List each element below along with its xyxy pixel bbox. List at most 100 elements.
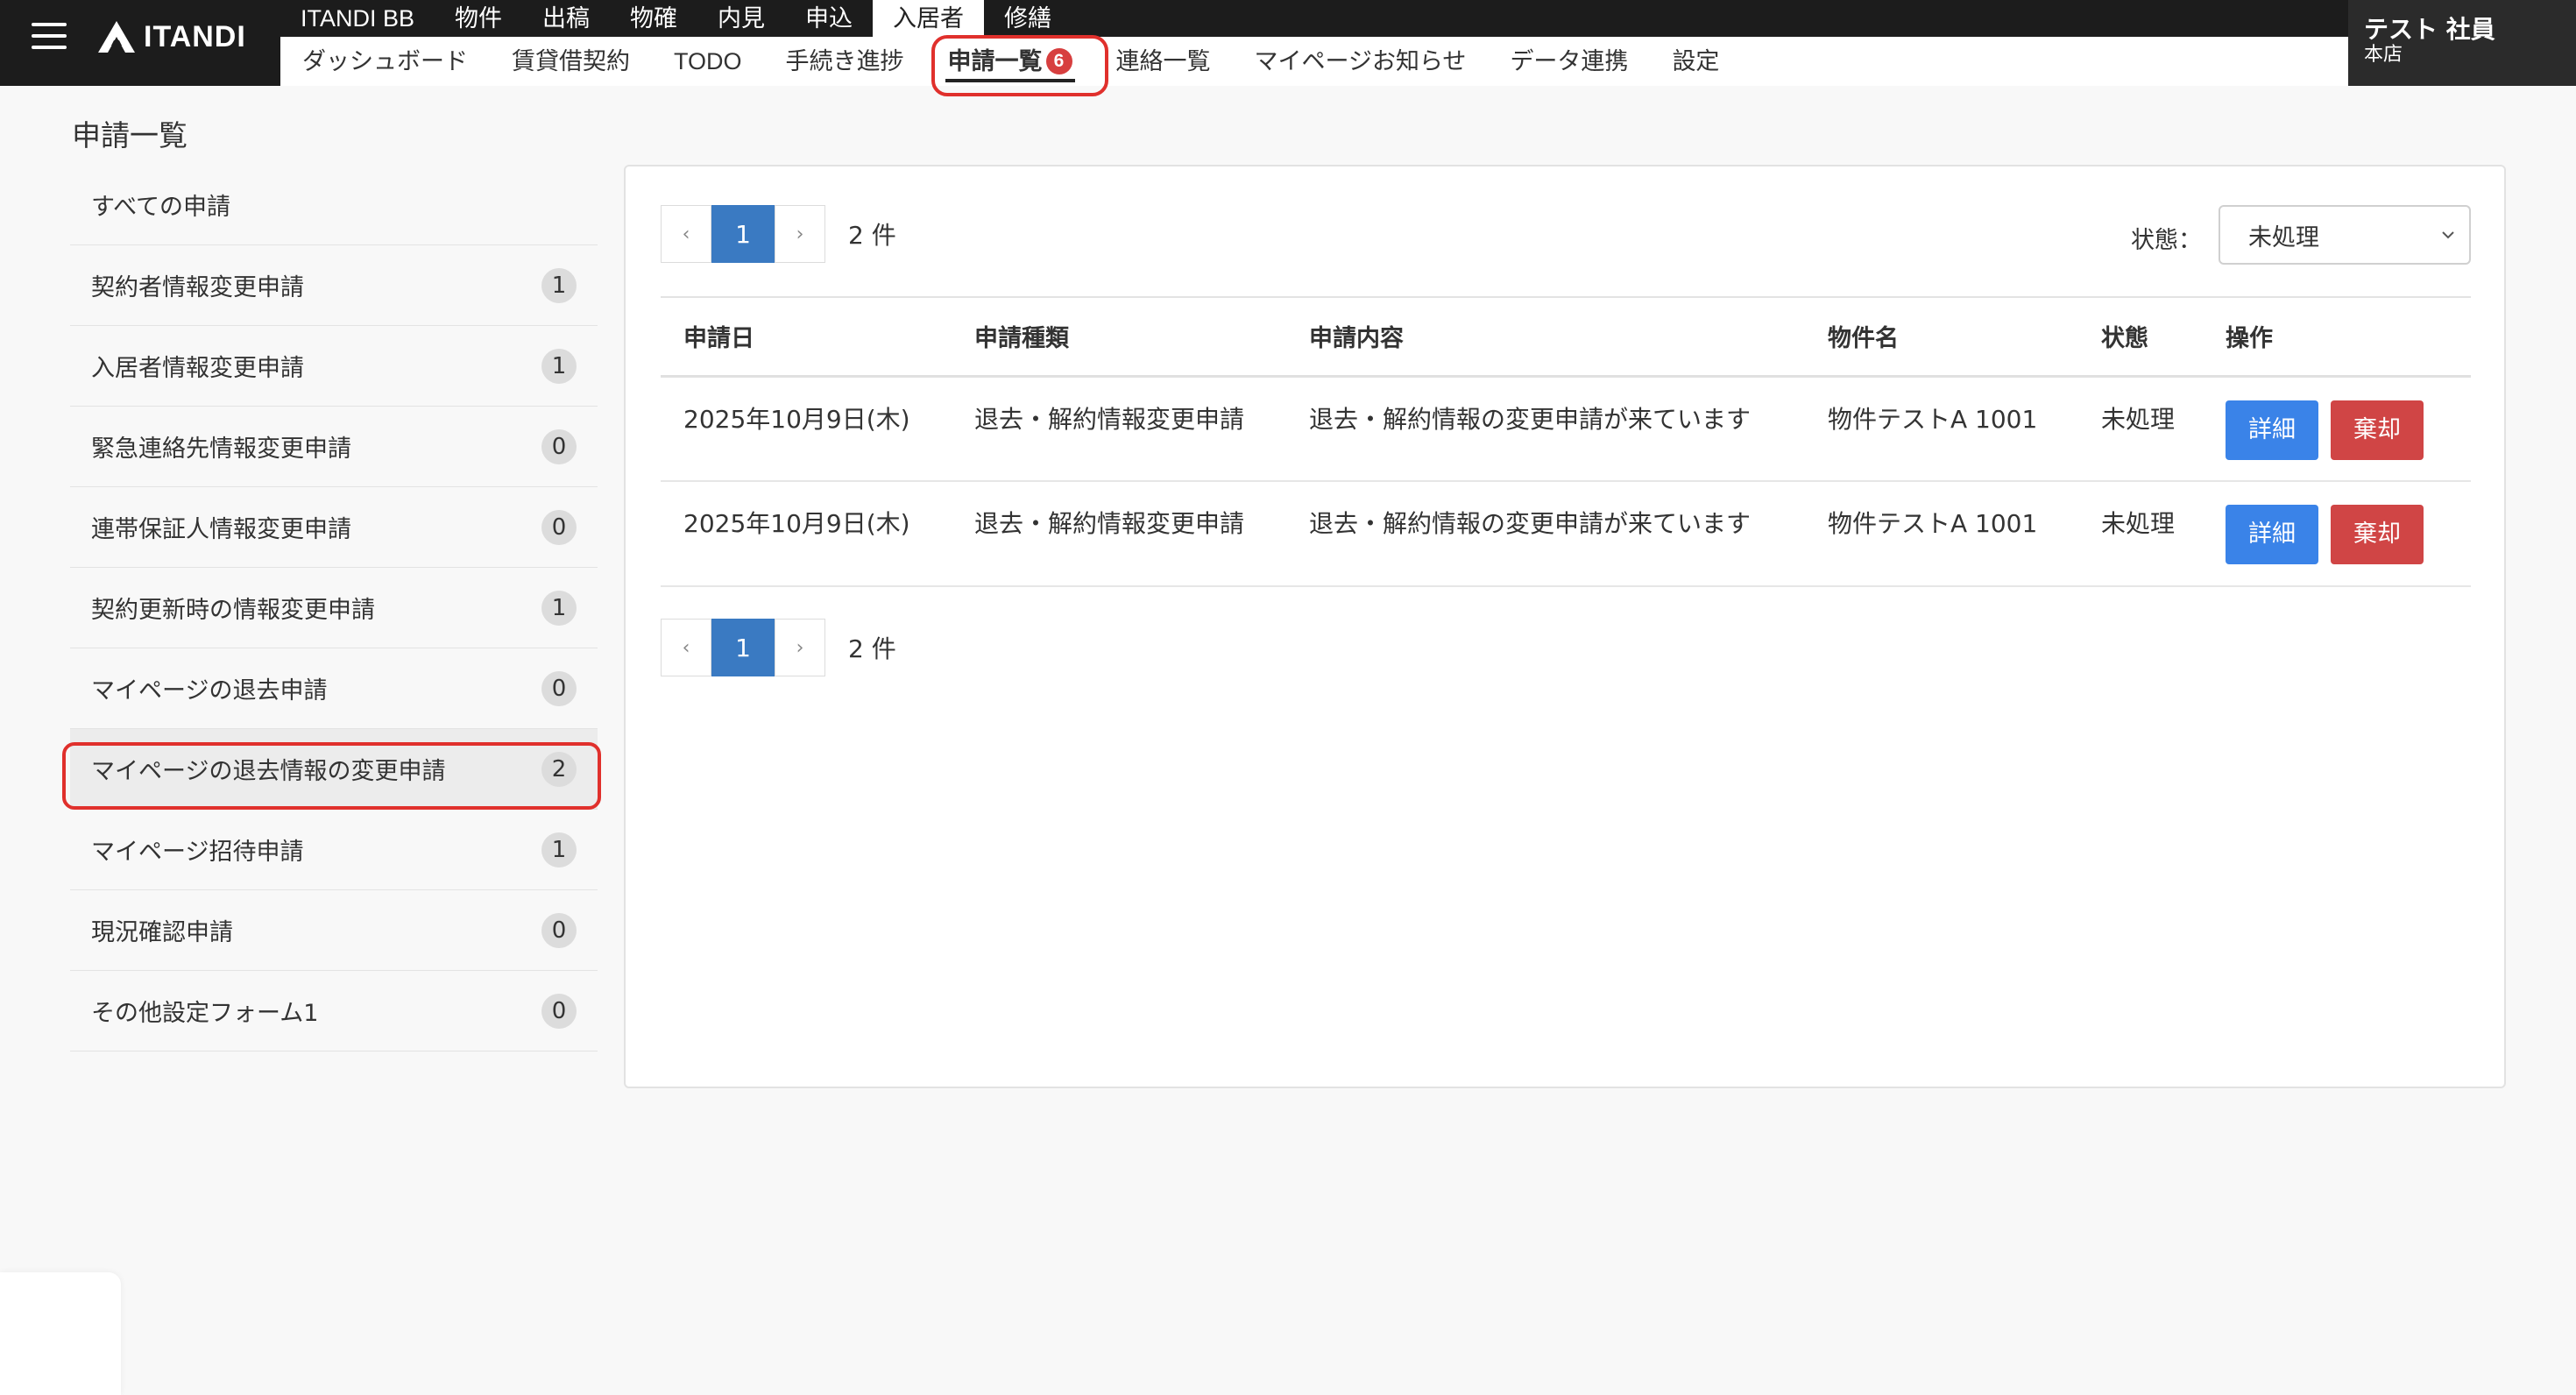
pagination-top: ‹ 1 › 2 件: [661, 205, 896, 263]
sidebar-item-all[interactable]: すべての申請: [70, 165, 598, 245]
sidebar-item-label: 現況確認申請: [91, 919, 233, 946]
sidebar-item-mypage-invite[interactable]: マイページ招待申請 1: [70, 810, 598, 890]
sub-nav: ダッシュボード 賃貸借契約 TODO 手続き進捗 申請一覧 6 連絡一覧 マイペー…: [280, 37, 2348, 86]
sidebar-item-label: マイページの退去情報の変更申請: [91, 758, 446, 785]
page-1-button[interactable]: 1: [711, 205, 775, 263]
sidebar-item-mypage-moveout-change[interactable]: マイページの退去情報の変更申請 2: [70, 729, 598, 810]
cell-content: 退去・解約情報の変更申請が来ています: [1286, 376, 1805, 482]
cell-actions: 詳細 棄却: [2203, 481, 2471, 587]
result-count: 2 件: [848, 634, 896, 663]
product-tab-shuzen[interactable]: 修繕: [984, 0, 1072, 37]
column-header-type[interactable]: 申請種類: [952, 296, 1286, 378]
cell-date: 2025年10月9日(木): [661, 376, 952, 482]
subnav-dashboard[interactable]: ダッシュボード: [280, 37, 490, 86]
subnav-label: 手続き進捗: [785, 48, 904, 74]
product-tab-moushikomi[interactable]: 申込: [785, 0, 873, 37]
user-menu[interactable]: テスト 社員 本店: [2348, 0, 2576, 86]
sidebar-item-status-check[interactable]: 現況確認申請 0: [70, 890, 598, 971]
status-filter-select[interactable]: 未処理: [2219, 205, 2471, 265]
reject-button[interactable]: 棄却: [2331, 505, 2424, 564]
detail-button[interactable]: 詳細: [2226, 400, 2318, 460]
reject-button[interactable]: 棄却: [2331, 400, 2424, 460]
next-page-button[interactable]: ›: [775, 619, 825, 676]
column-header-content[interactable]: 申請内容: [1286, 296, 1805, 378]
result-count: 2 件: [848, 221, 896, 250]
top-header: ITANDI ITANDI BB 物件 出稿 物確 内見 申込 入居者 修繕 ダ…: [0, 0, 2576, 86]
sidebar-item-label: 契約者情報変更申請: [91, 274, 304, 301]
hamburger-menu-icon[interactable]: [32, 21, 67, 51]
prev-page-button[interactable]: ‹: [661, 205, 711, 263]
subnav-label: 設定: [1672, 48, 1720, 74]
cell-type: 退去・解約情報変更申請: [952, 376, 1286, 482]
table-row: 2025年10月9日(木) 退去・解約情報変更申請 退去・解約情報の変更申請が来…: [661, 376, 2471, 482]
count-badge: 2: [541, 751, 577, 787]
subnav-procedure-progress[interactable]: 手続き進捗: [764, 37, 926, 86]
count-badge: 0: [541, 912, 577, 948]
cell-property: 物件テストA 1001: [1805, 376, 2078, 482]
itandi-logo[interactable]: ITANDI: [96, 18, 246, 56]
subnav-label: データ連携: [1510, 48, 1629, 74]
count-badge: 0: [541, 670, 577, 706]
cell-content: 退去・解約情報の変更申請が来ています: [1286, 481, 1805, 587]
cell-date: 2025年10月9日(木): [661, 481, 952, 587]
product-nav: ITANDI BB 物件 出稿 物確 内見 申込 入居者 修繕: [280, 0, 1072, 37]
column-header-date[interactable]: 申請日: [661, 296, 952, 378]
sidebar-item-label: 緊急連絡先情報変更申請: [91, 435, 351, 463]
application-table: 申請日 申請種類 申請内容 物件名 状態 操作 2025年10月9日(木) 退去…: [661, 296, 2471, 587]
subnav-label: 賃貸借契約: [512, 48, 630, 74]
prev-page-button[interactable]: ‹: [661, 619, 711, 676]
subnav-data-integration[interactable]: データ連携: [1488, 37, 1650, 86]
cell-property: 物件テストA 1001: [1805, 481, 2078, 587]
cell-status: 未処理: [2078, 376, 2203, 482]
count-badge: 1: [541, 267, 577, 303]
cell-type: 退去・解約情報変更申請: [952, 481, 1286, 587]
sidebar-item-label: 連帯保証人情報変更申請: [91, 516, 351, 543]
count-badge: 0: [541, 509, 577, 545]
cell-status: 未処理: [2078, 481, 2203, 587]
status-filter-label: 状態：: [2131, 227, 2202, 254]
product-tab-naiken[interactable]: 内見: [697, 0, 785, 37]
sidebar-item-label: 入居者情報変更申請: [91, 355, 304, 382]
sidebar-item-mypage-moveout[interactable]: マイページの退去申請 0: [70, 648, 598, 729]
count-badge: 1: [541, 832, 577, 867]
subnav-contact-list[interactable]: 連絡一覧: [1094, 37, 1233, 86]
sidebar-item-renewal-info-change[interactable]: 契約更新時の情報変更申請 1: [70, 568, 598, 648]
subnav-settings[interactable]: 設定: [1650, 37, 1741, 86]
page-title: 申請一覧: [72, 118, 188, 152]
product-tab-bukken[interactable]: 物件: [435, 0, 522, 37]
sidebar-item-resident-info-change[interactable]: 入居者情報変更申請 1: [70, 326, 598, 407]
subnav-label: ダッシュボード: [302, 48, 468, 74]
itandi-logo-icon: [98, 21, 135, 53]
sidebar-item-contractor-info-change[interactable]: 契約者情報変更申請 1: [70, 245, 598, 326]
application-list-card: ‹ 1 › 2 件 状態： 未処理 申請日 申請種類 申請内容 物件名 状態 操…: [624, 165, 2506, 1088]
table-row: 2025年10月9日(木) 退去・解約情報変更申請 退去・解約情報の変更申請が来…: [661, 481, 2471, 587]
sidebar-item-label: 契約更新時の情報変更申請: [91, 597, 375, 624]
subnav-todo[interactable]: TODO: [652, 37, 764, 86]
product-tab-butsukaku[interactable]: 物確: [610, 0, 697, 37]
application-type-sidebar: すべての申請 契約者情報変更申請 1 入居者情報変更申請 1 緊急連絡先情報変更…: [70, 165, 598, 1052]
next-page-button[interactable]: ›: [775, 205, 825, 263]
product-tab-shukko[interactable]: 出稿: [522, 0, 610, 37]
subnav-mypage-notices[interactable]: マイページお知らせ: [1233, 37, 1489, 86]
cell-actions: 詳細 棄却: [2203, 376, 2471, 482]
user-branch: 本店: [2364, 44, 2403, 66]
subnav-lease-contract[interactable]: 賃貸借契約: [490, 37, 652, 86]
detail-button[interactable]: 詳細: [2226, 505, 2318, 564]
product-tab-itandi-bb[interactable]: ITANDI BB: [280, 0, 435, 37]
page-1-button[interactable]: 1: [711, 619, 775, 676]
subnav-application-list[interactable]: 申請一覧 6: [926, 37, 1094, 86]
count-badge: 0: [541, 993, 577, 1029]
column-header-property[interactable]: 物件名: [1805, 296, 2078, 378]
product-tab-nyukyosha[interactable]: 入居者: [873, 0, 985, 37]
table-header-row: 申請日 申請種類 申請内容 物件名 状態 操作: [661, 296, 2471, 378]
sidebar-item-label: すべての申請: [91, 194, 231, 221]
sidebar-item-other-form-1[interactable]: その他設定フォーム1 0: [70, 971, 598, 1052]
sidebar-item-guarantor-info-change[interactable]: 連帯保証人情報変更申請 0: [70, 487, 598, 568]
column-header-status[interactable]: 状態: [2078, 296, 2203, 378]
sidebar-item-emergency-contact-change[interactable]: 緊急連絡先情報変更申請 0: [70, 407, 598, 487]
sidebar-item-label: マイページの退去申請: [91, 677, 328, 705]
column-header-actions: 操作: [2203, 296, 2471, 378]
count-badge: 1: [541, 348, 577, 384]
count-badge: 1: [541, 590, 577, 626]
subnav-label: マイページお知らせ: [1254, 48, 1467, 74]
